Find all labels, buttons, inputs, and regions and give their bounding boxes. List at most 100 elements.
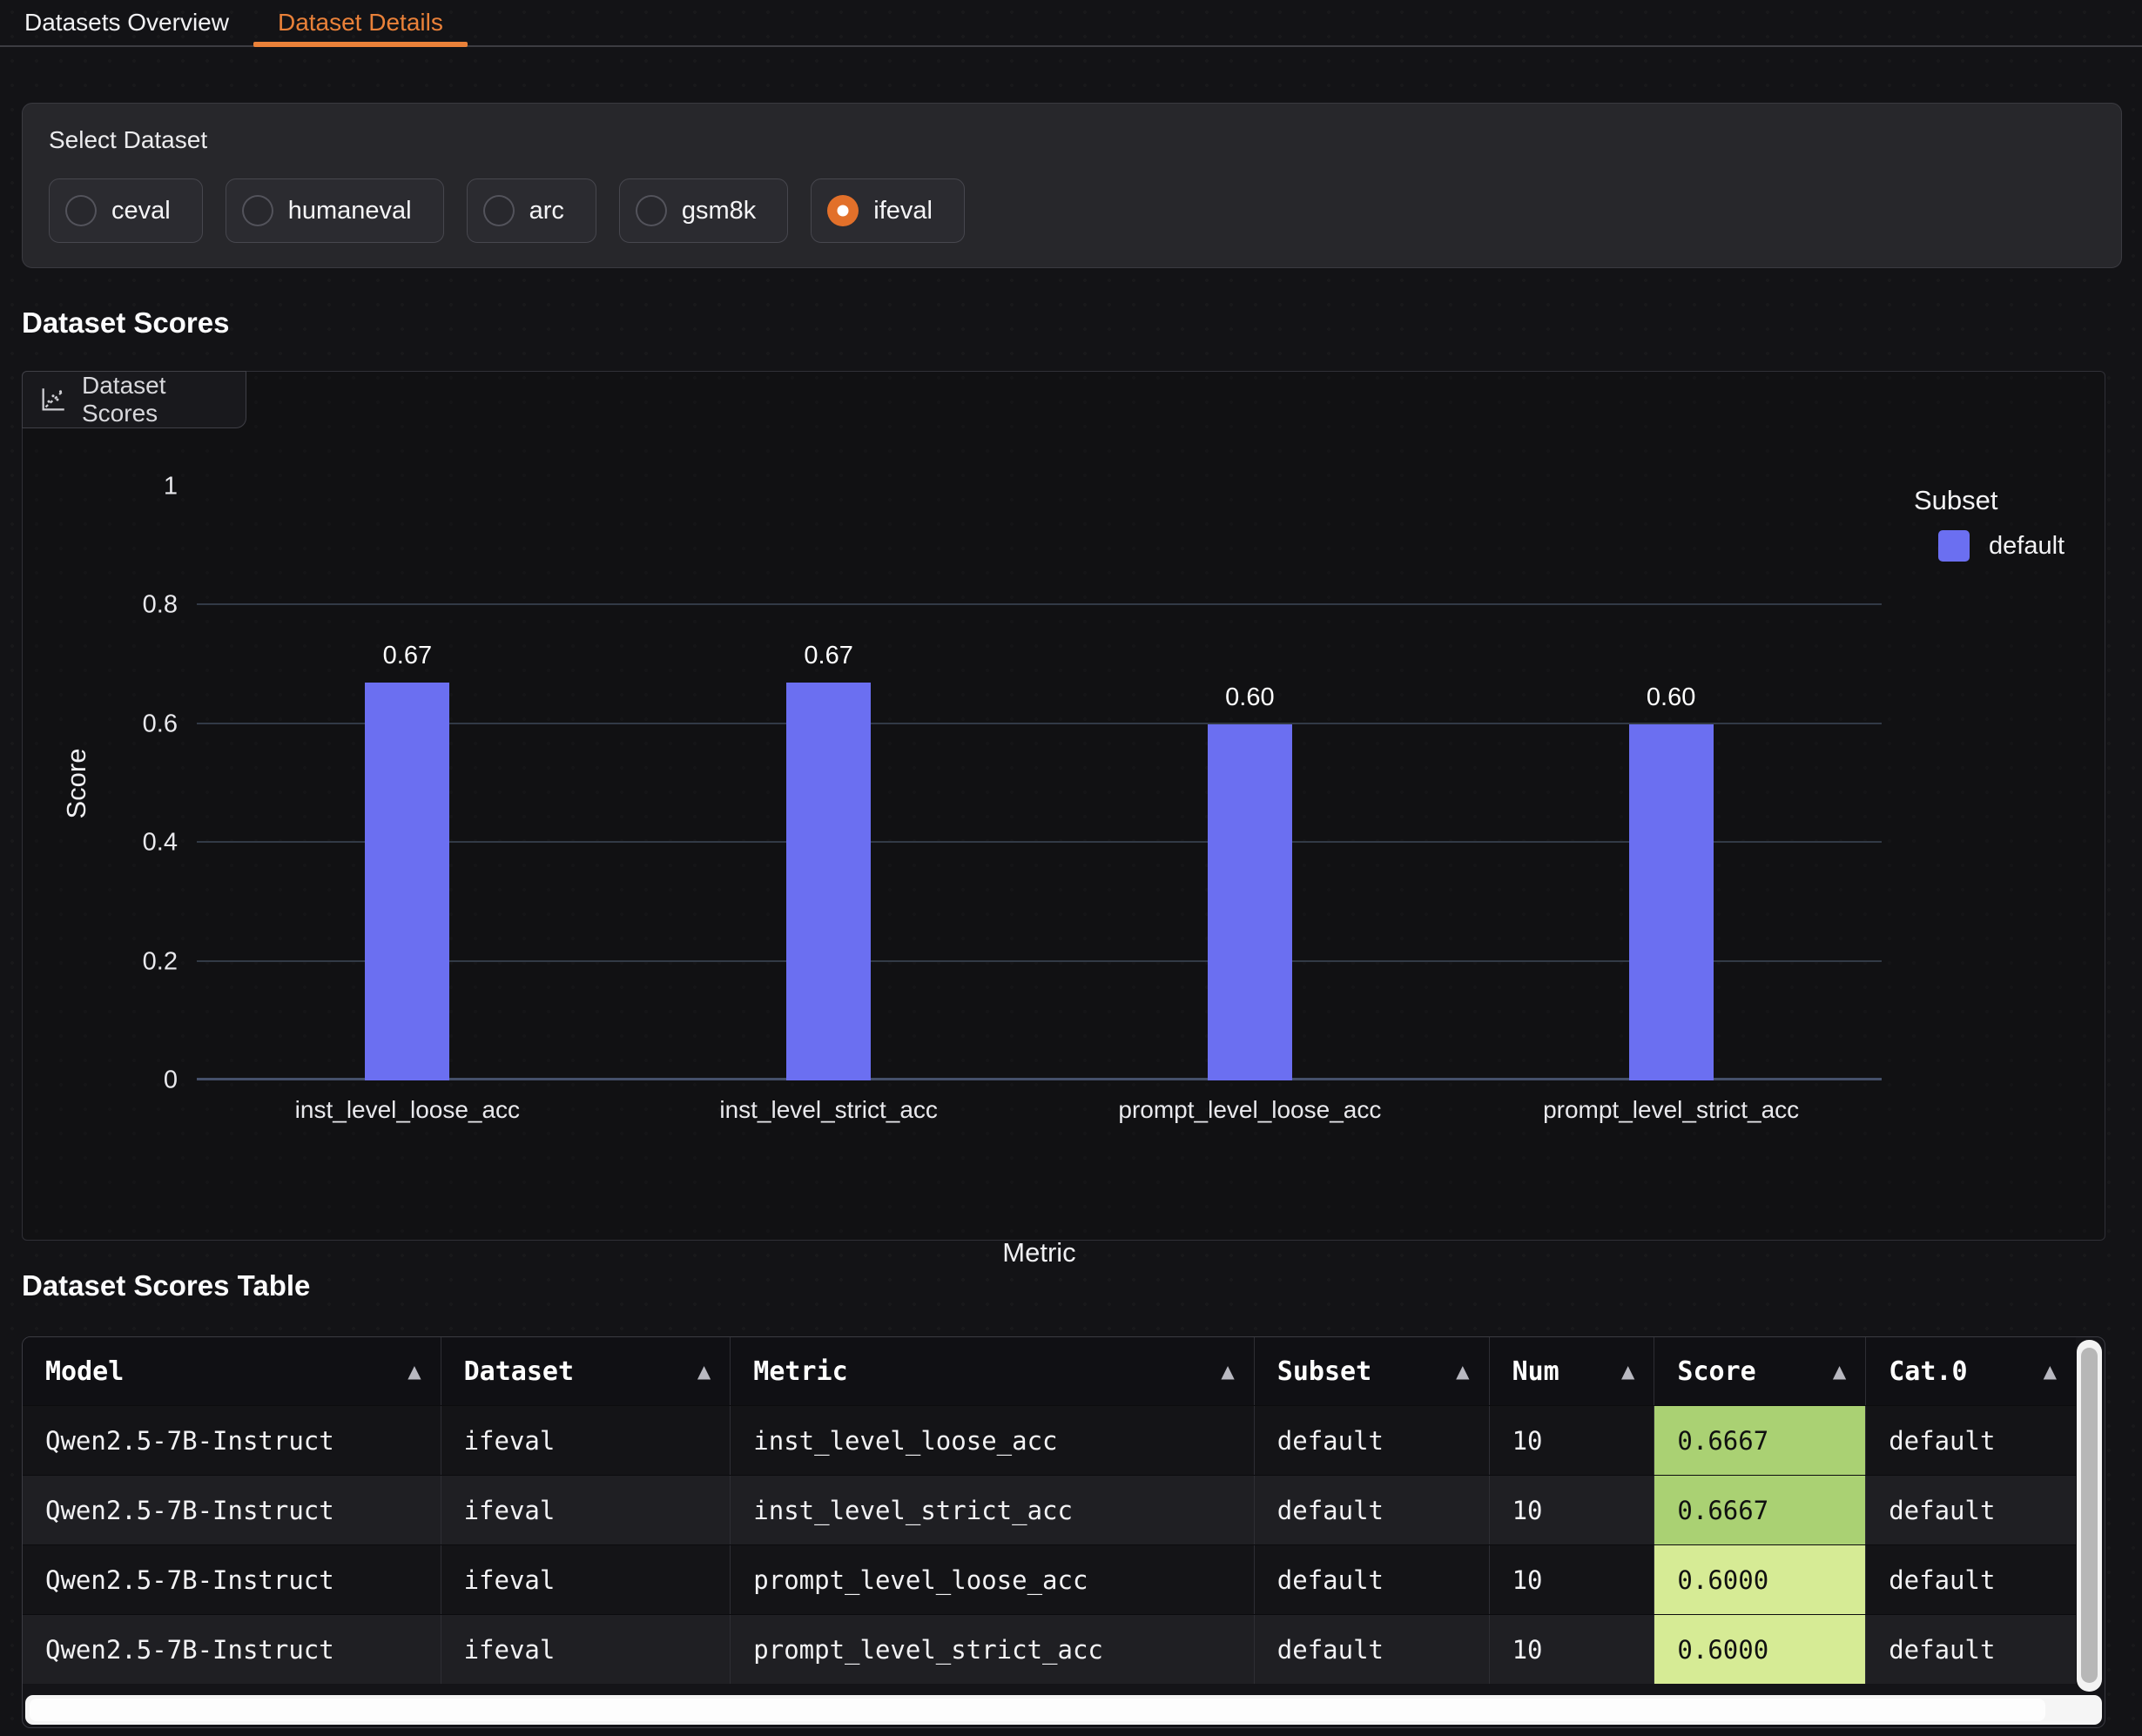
cell-metric[interactable]: inst_level_loose_acc	[730, 1406, 1254, 1475]
bar-inst_level_strict_acc[interactable]	[786, 683, 871, 1080]
legend-item-default[interactable]: default	[1938, 530, 2065, 562]
cell-metric[interactable]: prompt_level_strict_acc	[730, 1615, 1254, 1684]
radio-option-label: arc	[529, 197, 564, 225]
legend-item-label: default	[1989, 532, 2065, 561]
column-header-dataset[interactable]: Dataset ▲	[441, 1337, 731, 1405]
sort-ascending-icon: ▲	[408, 1361, 421, 1382]
radio-option-ceval[interactable]: ceval	[49, 178, 203, 243]
chart-label-text: Dataset Scores	[82, 372, 230, 427]
legend-title: Subset	[1914, 485, 2065, 516]
column-header-score[interactable]: Score ▲	[1654, 1337, 1865, 1405]
tab-datasets-overview[interactable]: Datasets Overview	[0, 0, 253, 45]
tab-dataset-details[interactable]: Dataset Details	[253, 0, 468, 45]
table-row: Qwen2.5-7B-Instructifevalprompt_level_st…	[23, 1614, 2076, 1684]
cell-num[interactable]: 10	[1489, 1545, 1654, 1614]
dataset-selector-panel: Select Dataset ceval humaneval arc gsm8k ife…	[22, 103, 2122, 268]
x-axis-title: Metric	[197, 1237, 1882, 1268]
radio-option-label: ceval	[111, 197, 171, 225]
column-header-label: Metric	[753, 1356, 847, 1387]
cell-num[interactable]: 10	[1489, 1406, 1654, 1475]
radio-selected-icon	[827, 195, 859, 226]
chart-label-tab: Dataset Scores	[22, 371, 246, 428]
column-header-metric[interactable]: Metric ▲	[730, 1337, 1254, 1405]
column-header-subset[interactable]: Subset ▲	[1254, 1337, 1489, 1405]
cell-cat-0[interactable]: default	[1865, 1545, 2076, 1614]
bar-chart-plot-area: 00.20.40.60.810.67inst_level_loose_acc0.…	[197, 487, 1882, 1080]
column-header-label: Model	[45, 1356, 124, 1387]
dataset-radio-group: ceval humaneval arc gsm8k ifeval	[49, 178, 2095, 243]
cell-dataset[interactable]: ifeval	[441, 1545, 731, 1614]
column-header-label: Num	[1512, 1356, 1559, 1387]
bar-prompt_level_strict_acc[interactable]	[1629, 724, 1714, 1080]
cell-cat-0[interactable]: default	[1865, 1476, 2076, 1544]
radio-option-humaneval[interactable]: humaneval	[226, 178, 444, 243]
dataset-selector-label: Select Dataset	[49, 126, 2095, 154]
cell-score[interactable]: 0.6667	[1654, 1476, 1865, 1544]
scatter-plot-icon	[38, 385, 68, 414]
sort-ascending-icon: ▲	[2044, 1361, 2057, 1382]
bar-prompt_level_loose_acc[interactable]	[1208, 724, 1292, 1080]
y-tick-label: 0	[164, 1066, 178, 1095]
column-header-num[interactable]: Num ▲	[1489, 1337, 1654, 1405]
cell-subset[interactable]: default	[1254, 1545, 1489, 1614]
radio-option-gsm8k[interactable]: gsm8k	[619, 178, 788, 243]
y-tick-label: 0.4	[143, 829, 178, 858]
column-header-label: Subset	[1277, 1356, 1371, 1387]
dataset-scores-chart-panel: Dataset Scores Score 00.20.40.60.810.67i…	[22, 371, 2105, 1241]
column-header-cat-0[interactable]: Cat.0 ▲	[1865, 1337, 2076, 1405]
x-category-label: inst_level_loose_acc	[197, 1096, 618, 1124]
column-header-label: Cat.0	[1889, 1356, 1967, 1387]
dataset-scores-heading: Dataset Scores	[22, 306, 229, 340]
cell-metric[interactable]: inst_level_strict_acc	[730, 1476, 1254, 1544]
cell-cat-0[interactable]: default	[1865, 1615, 2076, 1684]
cell-num[interactable]: 10	[1489, 1476, 1654, 1544]
cell-score[interactable]: 0.6000	[1654, 1615, 1865, 1684]
radio-option-label: gsm8k	[682, 197, 756, 225]
bar-inst_level_loose_acc[interactable]	[365, 683, 449, 1080]
cell-score[interactable]: 0.6000	[1654, 1545, 1865, 1614]
legend-swatch-icon	[1938, 530, 1970, 562]
cell-score[interactable]: 0.6667	[1654, 1406, 1865, 1475]
vertical-scrollbar[interactable]	[2077, 1340, 2102, 1692]
sort-ascending-icon: ▲	[1833, 1361, 1846, 1382]
radio-option-label: ifeval	[873, 197, 933, 225]
cell-subset[interactable]: default	[1254, 1476, 1489, 1544]
radio-unselected-icon	[483, 195, 515, 226]
table-row: Qwen2.5-7B-Instructifevalinst_level_loos…	[23, 1405, 2076, 1475]
horizontal-scrollbar-thumb[interactable]	[30, 1699, 2045, 1721]
cell-cat-0[interactable]: default	[1865, 1406, 2076, 1475]
bar-value-label: 0.67	[618, 642, 1040, 670]
cell-dataset[interactable]: ifeval	[441, 1476, 731, 1544]
sort-ascending-icon: ▲	[697, 1361, 711, 1382]
chart-legend: Subset default	[1914, 485, 2065, 562]
x-category-label: prompt_level_loose_acc	[1040, 1096, 1461, 1124]
column-header-label: Dataset	[464, 1356, 574, 1387]
cell-model[interactable]: Qwen2.5-7B-Instruct	[23, 1476, 441, 1544]
sort-ascending-icon: ▲	[1221, 1361, 1234, 1382]
cell-model[interactable]: Qwen2.5-7B-Instruct	[23, 1615, 441, 1684]
dataset-scores-table-heading: Dataset Scores Table	[22, 1269, 310, 1302]
cell-subset[interactable]: default	[1254, 1615, 1489, 1684]
radio-option-label: humaneval	[288, 197, 412, 225]
cell-dataset[interactable]: ifeval	[441, 1615, 731, 1684]
cell-subset[interactable]: default	[1254, 1406, 1489, 1475]
sort-ascending-icon: ▲	[1456, 1361, 1469, 1382]
gridline	[197, 603, 1882, 605]
sort-ascending-icon: ▲	[1621, 1361, 1634, 1382]
column-header-model[interactable]: Model ▲	[23, 1337, 441, 1405]
cell-dataset[interactable]: ifeval	[441, 1406, 731, 1475]
table-row: Qwen2.5-7B-Instructifevalprompt_level_lo…	[23, 1544, 2076, 1614]
cell-metric[interactable]: prompt_level_loose_acc	[730, 1545, 1254, 1614]
column-header-label: Score	[1677, 1356, 1755, 1387]
vertical-scrollbar-thumb[interactable]	[2081, 1348, 2098, 1683]
cell-model[interactable]: Qwen2.5-7B-Instruct	[23, 1545, 441, 1614]
radio-option-ifeval[interactable]: ifeval	[811, 178, 965, 243]
cell-model[interactable]: Qwen2.5-7B-Instruct	[23, 1406, 441, 1475]
bar-value-label: 0.60	[1460, 683, 1882, 712]
table-row: Qwen2.5-7B-Instructifevalinst_level_stri…	[23, 1475, 2076, 1544]
y-tick-label: 0.2	[143, 947, 178, 976]
horizontal-scrollbar[interactable]	[25, 1695, 2102, 1725]
y-tick-label: 0.6	[143, 710, 178, 738]
cell-num[interactable]: 10	[1489, 1615, 1654, 1684]
radio-option-arc[interactable]: arc	[467, 178, 596, 243]
